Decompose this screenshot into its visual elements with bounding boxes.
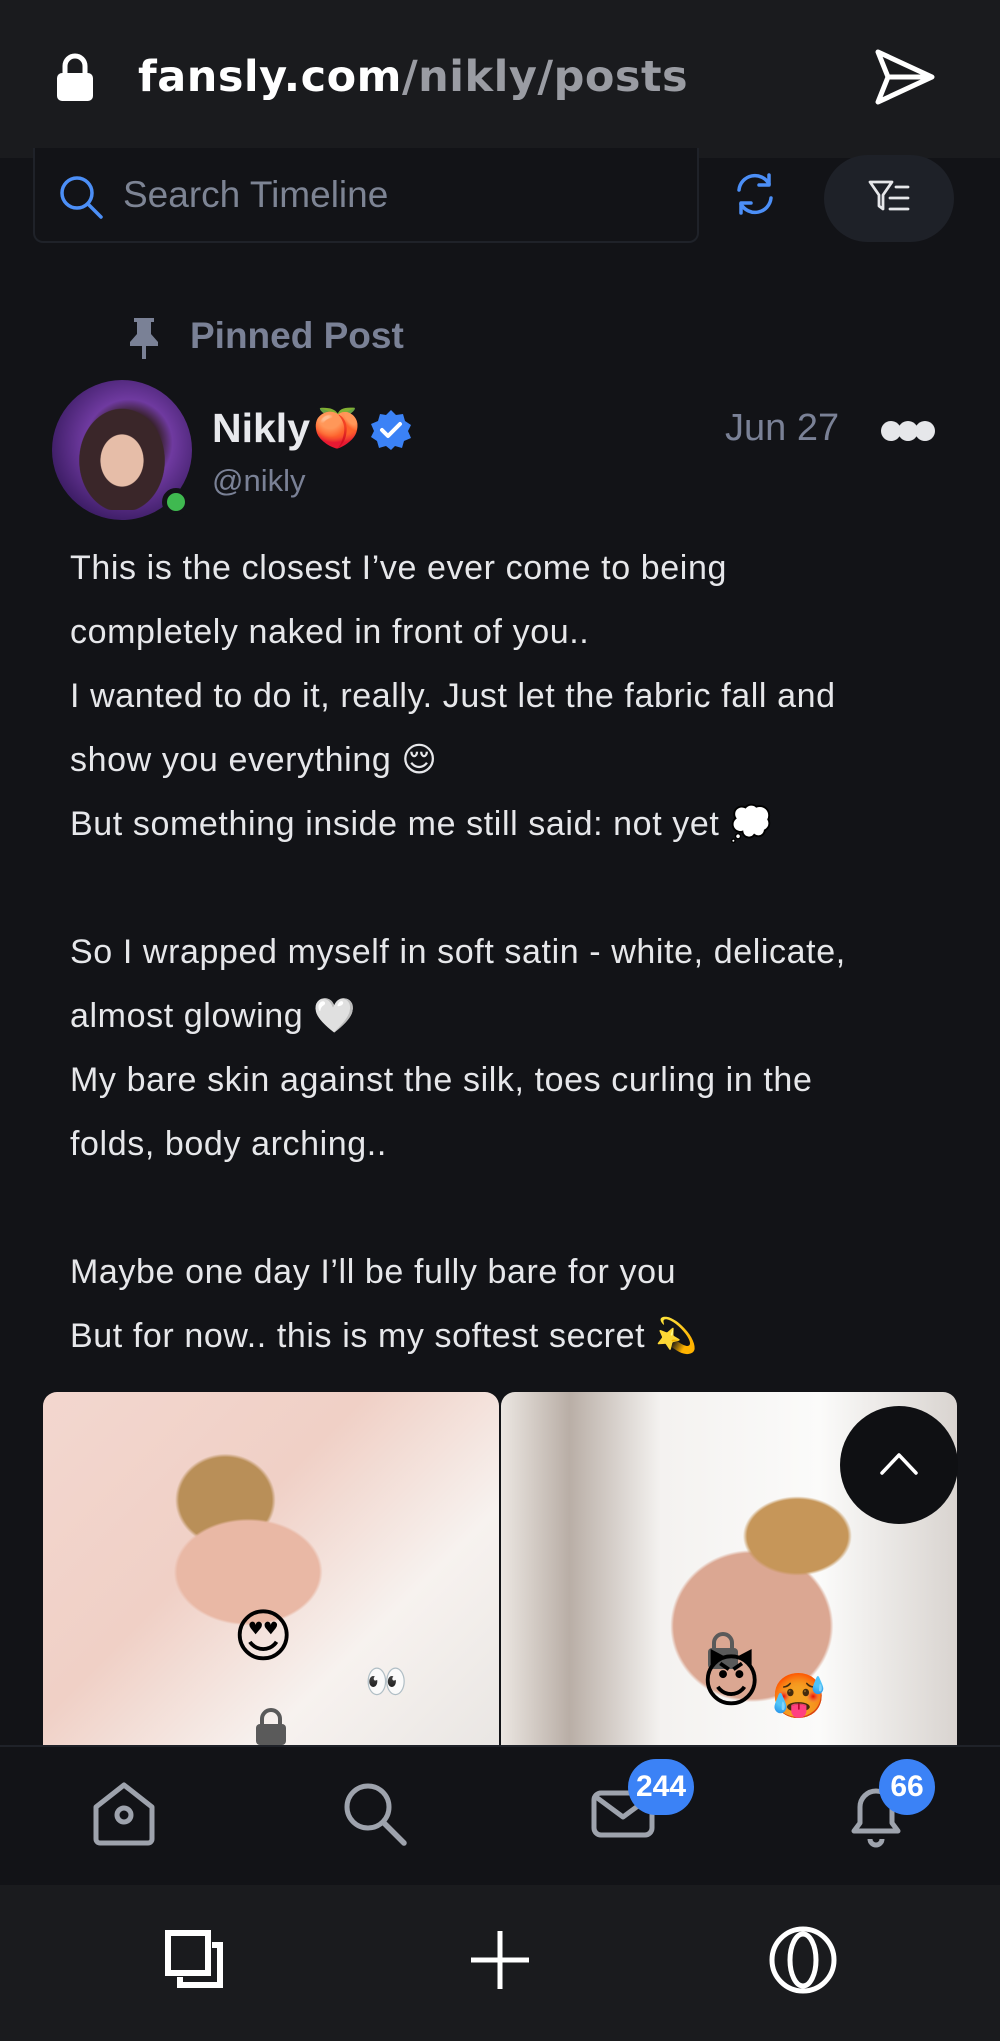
- verified-badge-icon: [371, 410, 411, 450]
- sticker-emoji: 😈: [701, 1649, 762, 1714]
- url-field[interactable]: fansly.com/nikly/posts: [138, 52, 688, 102]
- media-grid: 😍 👀 😈 🥵: [43, 1392, 957, 1752]
- sticker-emoji: 👀: [365, 1663, 408, 1701]
- post-line: almost glowing 🤍: [70, 997, 357, 1035]
- search-input[interactable]: Search Timeline: [123, 174, 388, 216]
- notifications-badge: 66: [879, 1759, 935, 1815]
- sticker-emoji: 😍: [233, 1604, 294, 1669]
- more-options-icon[interactable]: [880, 420, 936, 442]
- author-handle[interactable]: @nikly: [212, 463, 305, 499]
- opera-menu-icon[interactable]: [768, 1925, 838, 1995]
- refresh-icon[interactable]: [733, 172, 777, 216]
- scroll-to-top-button[interactable]: [840, 1406, 958, 1524]
- post-body: This is the closest I’ve ever come to be…: [70, 536, 950, 1368]
- peach-emoji: 🍑: [313, 408, 361, 450]
- post-date[interactable]: Jun 27: [725, 407, 839, 450]
- author-name[interactable]: Nikly: [212, 405, 310, 452]
- post-line: I wanted to do it, really. Just let the …: [70, 677, 836, 715]
- browser-url-bar: fansly.com/nikly/posts: [0, 0, 1000, 158]
- messages-badge: 244: [628, 1759, 695, 1815]
- pin-icon: [130, 318, 158, 359]
- page: fansly.com/nikly/posts Search Timeline P…: [0, 0, 1000, 2041]
- search-icon[interactable]: [338, 1777, 410, 1849]
- post-line: This is the closest I’ve ever come to be…: [70, 549, 727, 587]
- post-line: Maybe one day I’ll be fully bare for you: [70, 1253, 677, 1291]
- lock-icon: [256, 1708, 286, 1745]
- post-line: So I wrapped myself in soft satin - whit…: [70, 933, 846, 971]
- post-line: show you everything 😌: [70, 741, 438, 779]
- lock-icon: [57, 53, 93, 101]
- filter-button[interactable]: [824, 155, 954, 242]
- bottom-nav: 244 66: [0, 1745, 1000, 1885]
- post-line: folds, body arching..: [70, 1125, 387, 1163]
- online-status-indicator: [162, 488, 190, 516]
- chevron-up-icon: [880, 1453, 918, 1475]
- home-icon[interactable]: [88, 1777, 160, 1849]
- sticker-emoji: 🥵: [771, 1672, 826, 1721]
- post-line: My bare skin against the silk, toes curl…: [70, 1061, 813, 1099]
- tabs-icon[interactable]: [160, 1925, 230, 1995]
- post-line: But for now.. this is my softest secret …: [70, 1317, 699, 1355]
- new-tab-plus-icon[interactable]: [465, 1925, 535, 1995]
- pinned-post-label: Pinned Post: [190, 315, 404, 356]
- post-line: But something inside me still said: not …: [70, 805, 773, 843]
- browser-navigation-bar: [0, 1885, 1000, 2041]
- search-icon: [60, 176, 103, 219]
- media-image[interactable]: 😍 👀: [43, 1392, 499, 1752]
- send-icon[interactable]: [874, 48, 936, 106]
- url-host: fansly.com: [138, 52, 402, 102]
- filter-icon: [868, 180, 910, 211]
- post-line: completely naked in front of you..: [70, 613, 590, 651]
- url-path: /nikly/posts: [401, 52, 689, 102]
